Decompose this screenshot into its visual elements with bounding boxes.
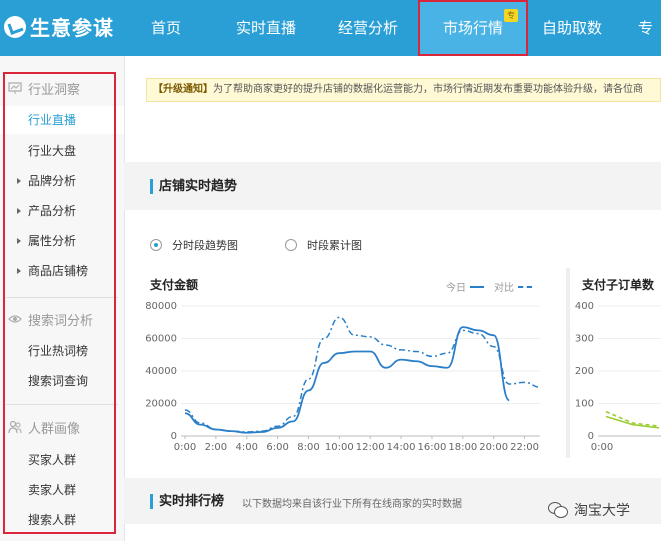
radio-hourly-trend[interactable]: 分时段趋势图 bbox=[150, 237, 238, 253]
series-line-compare bbox=[184, 316, 541, 433]
nav-market[interactable]: 市场行情 专 bbox=[418, 0, 528, 56]
x-tick-label: 6:00 bbox=[266, 442, 288, 453]
nav-home[interactable]: 首页 bbox=[138, 0, 194, 56]
top-nav-bar: 生意参谋 首页 实时直播 经营分析 市场行情 专 自助取数 专 bbox=[0, 0, 661, 56]
nav-more[interactable]: 专 bbox=[638, 0, 661, 56]
x-tick-label: 4:00 bbox=[236, 442, 258, 453]
sidebar-item-label: 产品分析 bbox=[28, 204, 77, 218]
x-tick-label: 10:00 bbox=[325, 442, 354, 453]
caret-right-icon bbox=[17, 238, 21, 244]
y-tick-label: 100 bbox=[575, 399, 594, 410]
x-tick-label: 18:00 bbox=[448, 442, 477, 453]
notice-text: 为了帮助商家更好的提升店铺的数据化运营能力，市场行情近期发布重要功能体验升级，请… bbox=[213, 84, 643, 95]
x-tick-label: 0:00 bbox=[174, 442, 196, 453]
legend-compare-swatch bbox=[518, 285, 532, 288]
sidebar-item-label: 品牌分析 bbox=[28, 174, 77, 188]
sidebar-item-label: 行业大盘 bbox=[28, 144, 77, 158]
exclusive-badge: 专 bbox=[504, 9, 518, 22]
watermark-text: 淘宝大学 bbox=[574, 503, 630, 519]
sidebar-item-hot-keywords[interactable]: 行业热词榜 bbox=[0, 337, 124, 365]
caret-right-icon bbox=[17, 208, 21, 214]
caret-right-icon bbox=[17, 178, 21, 184]
x-tick-label: 20:00 bbox=[479, 442, 508, 453]
sidebar-divider bbox=[6, 297, 118, 298]
sidebar-item-label: 商品店铺榜 bbox=[28, 264, 89, 278]
x-tick-label: 22:00 bbox=[510, 442, 539, 453]
sidebar-item-industry-overview[interactable]: 行业大盘 bbox=[0, 137, 124, 165]
y-tick-label: 40000 bbox=[145, 366, 177, 377]
sidebar-item-label: 属性分析 bbox=[28, 234, 77, 248]
sub-order-chart: 0 100 200 300 400 0:00 bbox=[575, 301, 661, 453]
nav-market-label: 市场行情 bbox=[442, 19, 503, 37]
x-tick-label: 2:00 bbox=[205, 442, 227, 453]
sidebar-item-brand-analysis[interactable]: 品牌分析 bbox=[0, 167, 124, 195]
x-tick-label: 14:00 bbox=[387, 442, 416, 453]
rank-section-subtitle: 以下数据均来自该行业下所有在线商家的实时数据 bbox=[242, 499, 462, 510]
payment-amount-chart: 0 20000 40000 60000 80000 0:00 2:00 4:00 6:00 8:0… bbox=[145, 301, 541, 453]
rank-section-title: 实时排行榜 bbox=[150, 494, 224, 509]
sidebar-item-store-ranking[interactable]: 商品店铺榜 bbox=[0, 257, 124, 285]
sidebar-item-industry-live[interactable]: 行业直播 bbox=[0, 106, 124, 134]
wechat-icon bbox=[548, 502, 568, 518]
y-tick-label: 200 bbox=[575, 366, 594, 377]
y-tick-label: 400 bbox=[575, 301, 594, 312]
monitor-icon bbox=[8, 82, 22, 94]
y-tick-label: 0 bbox=[171, 431, 177, 442]
sidebar-item-seller-crowd[interactable]: 卖家人群 bbox=[0, 476, 124, 504]
logo-icon bbox=[4, 15, 26, 38]
x-tick-label: 12:00 bbox=[356, 442, 385, 453]
nav-realtime[interactable]: 实时直播 bbox=[226, 0, 306, 56]
sidebar-item-product-analysis[interactable]: 产品分析 bbox=[0, 197, 124, 225]
radio-unselected-icon bbox=[285, 239, 297, 251]
sidebar-item-label: 搜索词查询 bbox=[28, 374, 89, 388]
nav-operations[interactable]: 经营分析 bbox=[328, 0, 408, 56]
sidebar-group-crowd: 人群画像 bbox=[8, 416, 80, 438]
trend-section-title: 店铺实时趋势 bbox=[150, 179, 237, 194]
y-tick-label: 20000 bbox=[145, 399, 177, 410]
y-tick-label: 80000 bbox=[145, 301, 177, 312]
caret-right-icon bbox=[17, 268, 21, 274]
sidebar-group-search: 搜索词分析 bbox=[8, 308, 93, 330]
sidebar-item-search-crowd[interactable]: 搜索人群 bbox=[0, 506, 124, 534]
sidebar-item-label: 买家人群 bbox=[28, 453, 77, 467]
logo-text: 生意参谋 bbox=[30, 16, 114, 40]
upgrade-notice: 【升级通知】为了帮助商家更好的提升店铺的数据化运营能力，市场行情近期发布重要功能… bbox=[146, 78, 661, 102]
notice-tag: 【升级通知】 bbox=[153, 84, 213, 95]
sidebar-item-label: 卖家人群 bbox=[28, 483, 77, 497]
radio-selected-icon bbox=[150, 239, 162, 251]
sidebar-group-title: 行业洞察 bbox=[28, 82, 81, 98]
radio-label: 时段累计图 bbox=[307, 239, 362, 252]
nav-self-service[interactable]: 自助取数 bbox=[532, 0, 612, 56]
radio-cumulative[interactable]: 时段累计图 bbox=[285, 237, 362, 253]
sidebar-divider bbox=[6, 404, 118, 405]
radio-label: 分时段趋势图 bbox=[172, 239, 238, 252]
y-tick-label: 60000 bbox=[145, 334, 177, 345]
logo[interactable]: 生意参谋 bbox=[4, 12, 114, 41]
series-line-today bbox=[184, 326, 511, 434]
sidebar-item-keyword-query[interactable]: 搜索词查询 bbox=[0, 367, 124, 395]
eye-icon bbox=[8, 315, 22, 323]
x-tick-label: 16:00 bbox=[418, 442, 447, 453]
sidebar-item-attribute-analysis[interactable]: 属性分析 bbox=[0, 227, 124, 255]
sidebar-item-label: 行业热词榜 bbox=[28, 344, 89, 358]
sidebar-item-label: 搜索人群 bbox=[28, 513, 77, 527]
x-tick-label: 8:00 bbox=[297, 442, 319, 453]
people-icon bbox=[8, 420, 22, 434]
sidebar-item-label: 行业直播 bbox=[28, 113, 77, 127]
sidebar-group-industry: 行业洞察 bbox=[8, 77, 80, 99]
x-tick-label: 0:00 bbox=[591, 442, 613, 453]
sidebar-group-title: 人群画像 bbox=[28, 421, 81, 437]
watermark: 淘宝大学 bbox=[548, 500, 630, 520]
sidebar-item-buyer-crowd[interactable]: 买家人群 bbox=[0, 446, 124, 474]
y-tick-label: 0 bbox=[588, 431, 594, 442]
sidebar-group-title: 搜索词分析 bbox=[28, 313, 94, 329]
y-tick-label: 300 bbox=[575, 334, 594, 345]
legend-today-swatch bbox=[470, 285, 484, 288]
